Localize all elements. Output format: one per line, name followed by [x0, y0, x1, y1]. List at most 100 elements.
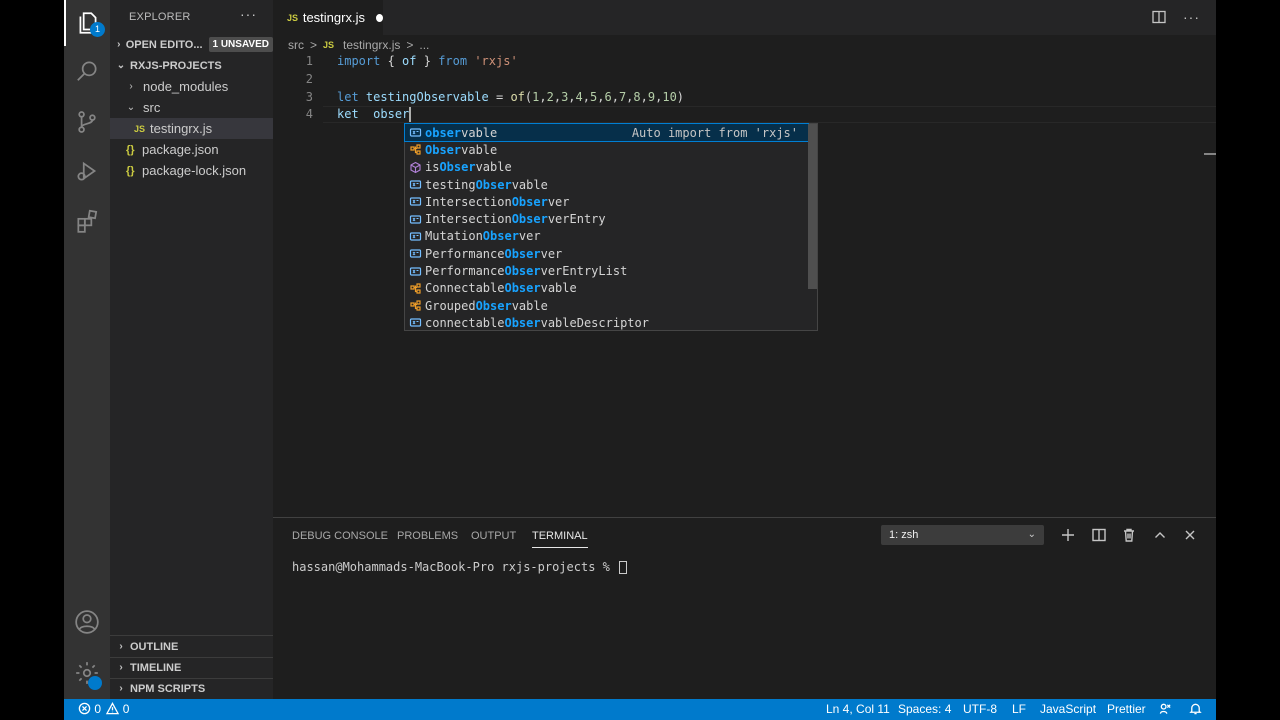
tree-item-package-json[interactable]: {} package.json: [110, 139, 273, 160]
close-panel-icon[interactable]: [1181, 526, 1199, 544]
tab-terminal[interactable]: TERMINAL: [532, 528, 588, 548]
cursor-position[interactable]: Ln 4, Col 11: [826, 699, 890, 720]
search-icon[interactable]: [64, 48, 110, 94]
maximize-panel-icon[interactable]: [1151, 526, 1169, 544]
breadcrumb-more[interactable]: ...: [419, 38, 429, 52]
explorer-more-icon[interactable]: ···: [240, 6, 257, 22]
code-token: from: [438, 54, 468, 68]
suggest-label-prefix: is: [425, 160, 440, 175]
suggest-item[interactable]: ConnectableObservable: [405, 280, 808, 297]
terminal-prompt[interactable]: hassan@Mohammads-MacBook-Pro rxjs-projec…: [292, 560, 628, 574]
eol-status[interactable]: LF: [1012, 699, 1026, 720]
suggest-item[interactable]: MutationObserver: [405, 228, 808, 245]
error-count: 0: [94, 702, 102, 716]
explorer-sidebar: EXPLORER ··· › OPEN EDITO... 1 UNSAVED ⌄…: [110, 0, 273, 699]
open-editors-section[interactable]: › OPEN EDITO... 1 UNSAVED: [110, 34, 273, 55]
code-line: 2: [273, 71, 1216, 88]
suggest-item[interactable]: PerformanceObserver: [405, 245, 808, 262]
chevron-down-icon: ⌄: [126, 102, 136, 113]
variable-icon: [405, 247, 425, 260]
settings-gear-icon[interactable]: [64, 650, 110, 696]
suggest-label: PerformanceObserverEntryList: [425, 264, 627, 278]
npm-scripts-section[interactable]: › NPM SCRIPTS: [110, 678, 273, 699]
update-indicator-icon: [88, 676, 102, 690]
timeline-section[interactable]: › TIMELINE: [110, 657, 273, 678]
chevron-right-icon: ›: [119, 662, 123, 673]
code-token: ,: [539, 90, 547, 104]
bottom-panel: DEBUG CONSOLE PROBLEMS OUTPUT TERMINAL 1…: [273, 517, 1216, 699]
indentation-status[interactable]: Spaces: 4: [898, 699, 951, 720]
suggest-label-match: Obser: [504, 246, 541, 261]
tree-item-package-lock-json[interactable]: {} package-lock.json: [110, 160, 273, 181]
unsaved-dot-icon[interactable]: [375, 13, 383, 22]
explorer-icon[interactable]: 1: [64, 0, 110, 46]
tab-debug-console[interactable]: DEBUG CONSOLE: [292, 528, 388, 548]
tree-item-node-modules[interactable]: › node_modules: [110, 76, 273, 97]
tree-item-src[interactable]: ⌄ src: [110, 97, 273, 118]
suggest-label-match: Obser: [425, 142, 462, 157]
suggest-label-match: Obser: [475, 177, 512, 192]
suggest-item[interactable]: Observable: [405, 141, 808, 158]
suggest-label-suffix: vableDescriptor: [540, 315, 649, 330]
account-icon[interactable]: [64, 599, 110, 645]
breadcrumb-separator-icon: >: [406, 38, 414, 52]
code-token: {: [380, 54, 403, 68]
prettier-status[interactable]: Prettier: [1107, 699, 1146, 720]
suggest-item[interactable]: IntersectionObserver: [405, 193, 808, 210]
suggest-label: PerformanceObserver: [425, 247, 562, 261]
code-token: ,: [568, 90, 576, 104]
suggest-label-match: Obser: [504, 281, 541, 296]
variable-icon: [405, 195, 425, 208]
suggest-item[interactable]: PerformanceObserverEntryList: [405, 262, 808, 279]
status-bar: 0 0 Ln 4, Col 11 Spaces: 4 UTF-8 LF Java…: [64, 699, 1216, 720]
tab-problems[interactable]: PROBLEMS: [397, 528, 458, 548]
suggest-item[interactable]: GroupedObservable: [405, 297, 808, 314]
javascript-file-icon: JS: [323, 40, 335, 50]
terminal-select[interactable]: 1: zsh ⌄: [881, 525, 1044, 545]
trash-icon[interactable]: [1120, 526, 1138, 544]
language-mode[interactable]: JavaScript: [1040, 699, 1096, 720]
breadcrumb-folder[interactable]: src: [288, 38, 304, 52]
line-content: import { of } from 'rxjs': [337, 53, 518, 70]
code-token: 4: [575, 90, 583, 104]
feedback-icon[interactable]: [1159, 699, 1172, 720]
problems-status[interactable]: 0 0: [78, 699, 129, 720]
outline-section[interactable]: › OUTLINE: [110, 636, 273, 657]
extensions-icon[interactable]: [64, 198, 110, 244]
code-line: 1 import { of } from 'rxjs': [273, 53, 1216, 70]
split-terminal-icon[interactable]: [1090, 526, 1108, 544]
tree-item-label: node_modules: [143, 79, 229, 94]
variable-icon: [405, 265, 425, 278]
variable-icon: [405, 213, 425, 226]
notifications-bell-icon[interactable]: [1189, 699, 1202, 720]
source-control-icon[interactable]: [64, 99, 110, 145]
tab-output[interactable]: OUTPUT: [471, 528, 516, 548]
suggest-label-suffix: ver: [518, 229, 541, 244]
split-editor-icon[interactable]: [1151, 9, 1167, 25]
code-token: 2: [546, 90, 554, 104]
breadcrumb-file[interactable]: testingrx.js: [343, 38, 400, 52]
project-folder-section[interactable]: ⌄ RXJS-PROJECTS: [110, 55, 273, 76]
suggest-item[interactable]: observable Auto import from 'rxjs': [404, 122, 809, 143]
suggest-scrollbar[interactable]: [808, 124, 817, 289]
module-icon: [405, 161, 425, 174]
run-debug-icon[interactable]: [64, 148, 110, 194]
editor-more-icon[interactable]: ···: [1183, 9, 1200, 25]
tab-testingrx-js[interactable]: JS testingrx.js: [273, 0, 383, 35]
suggest-label: Observable: [425, 143, 497, 157]
suggest-item[interactable]: connectableObservableDescriptor: [405, 314, 808, 331]
code-token: 'rxjs': [474, 54, 518, 68]
new-terminal-icon[interactable]: [1059, 526, 1077, 544]
tree-item-testingrx-js[interactable]: JS testingrx.js: [110, 118, 273, 139]
variable-icon: [405, 230, 425, 243]
suggest-label-suffix: verEntry: [547, 212, 606, 227]
editor-tab-bar: JS testingrx.js ···: [273, 0, 1216, 35]
encoding-status[interactable]: UTF-8: [963, 699, 997, 720]
suggest-item[interactable]: testingObservable: [405, 176, 808, 193]
code-token: 6: [604, 90, 612, 104]
suggest-item[interactable]: isObservable: [405, 159, 808, 176]
suggest-label-prefix: Mutation: [425, 229, 483, 244]
terminal-prompt-text: hassan@Mohammads-MacBook-Pro rxjs-projec…: [292, 560, 618, 574]
suggest-item[interactable]: IntersectionObserverEntry: [405, 211, 808, 228]
